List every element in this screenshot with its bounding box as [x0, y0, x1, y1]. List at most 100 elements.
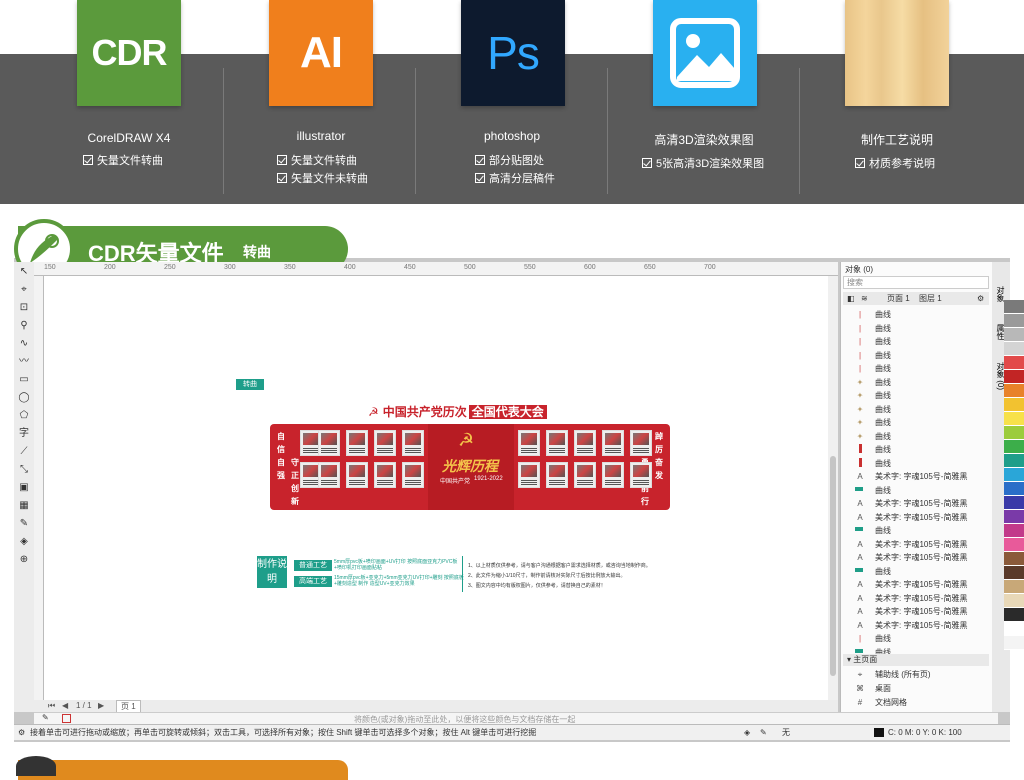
swatch[interactable]: [1004, 468, 1024, 482]
no-color-swatch[interactable]: [62, 714, 71, 723]
object-row[interactable]: ✦ 曲线: [855, 376, 891, 389]
object-row[interactable]: | 曲线: [855, 349, 891, 362]
page-nav-prev-icon[interactable]: ◀: [62, 701, 68, 710]
glyph-curve-icon: ✦: [856, 418, 864, 427]
swatch[interactable]: [1004, 552, 1024, 566]
object-row[interactable]: 曲线: [855, 457, 891, 470]
artistic-text-icon: A: [857, 580, 863, 589]
vertical-ruler[interactable]: [34, 276, 44, 700]
master-page-section[interactable]: ▾ 主页面: [843, 654, 989, 666]
pick-tool-icon[interactable]: ↖: [17, 266, 31, 278]
crop-tool-icon[interactable]: ⊡: [17, 302, 31, 314]
master-row-desktop[interactable]: ⌘ 桌面: [855, 682, 891, 695]
horizontal-ruler[interactable]: 150 200 250 300 350 400 450 500 550 600 …: [34, 262, 838, 276]
artistic-media-icon[interactable]: 〰: [17, 356, 31, 368]
object-row[interactable]: A 美术字: 字魂105号-简雅黑: [855, 592, 967, 605]
eyedropper-icon[interactable]: ✎: [42, 713, 49, 722]
object-row[interactable]: A 美术字: 字魂105号-简雅黑: [855, 470, 967, 483]
swatch[interactable]: [1004, 566, 1024, 580]
shape-tool-icon[interactable]: ⌖: [17, 284, 31, 296]
layer-stack-icon[interactable]: ≋: [861, 292, 868, 305]
color-palette[interactable]: [1004, 300, 1024, 710]
object-search-input[interactable]: 搜索: [843, 276, 989, 289]
curve-icon: |: [858, 350, 862, 360]
document-palette[interactable]: ✎ 将颜色(或对象)拖动至此处，以便将这些颜色与文档存储在一起: [34, 712, 998, 724]
swatch[interactable]: [1004, 300, 1024, 314]
gear-icon[interactable]: ⚙: [977, 292, 984, 305]
object-row[interactable]: A 美术字: 字魂105号-简雅黑: [855, 551, 967, 564]
swatch[interactable]: [1004, 524, 1024, 538]
eyedropper-tool-icon[interactable]: ✎: [17, 518, 31, 530]
settings-icon[interactable]: ⚙: [18, 725, 25, 740]
interactive-fill-icon[interactable]: ◈: [17, 536, 31, 548]
object-row[interactable]: 曲线: [855, 565, 891, 578]
rectangle-tool-icon[interactable]: ▭: [17, 374, 31, 386]
vertical-scrollbar[interactable]: [828, 276, 838, 700]
center-subtitle: 中国共产党: [440, 479, 471, 485]
object-row[interactable]: 曲线: [855, 524, 891, 537]
swatch[interactable]: [1004, 314, 1024, 328]
object-row[interactable]: A 美术字: 字魂105号-简雅黑: [855, 511, 967, 524]
guides-icon: ⌖: [857, 670, 863, 679]
next-section-strip: [0, 752, 1024, 780]
zoom-tool-icon[interactable]: ⚲: [17, 320, 31, 332]
object-row[interactable]: A 美术字: 字魂105号-简雅黑: [855, 605, 967, 618]
object-label: 美术字: 字魂105号-简雅黑: [875, 593, 968, 603]
object-row[interactable]: A 美术字: 字魂105号-简雅黑: [855, 538, 967, 551]
scrollbar-thumb[interactable]: [830, 456, 836, 676]
swatch[interactable]: [1004, 636, 1024, 650]
smart-fill-icon[interactable]: ⊕: [17, 554, 31, 566]
object-row[interactable]: | 曲线: [855, 362, 891, 375]
swatch[interactable]: [1004, 608, 1024, 622]
object-label: 曲线: [875, 458, 891, 468]
swatch[interactable]: [1004, 440, 1024, 454]
swatch[interactable]: [1004, 412, 1024, 426]
swatch[interactable]: [1004, 454, 1024, 468]
page-layer-header[interactable]: ◧ ≋ 页面 1 图层 1 ⚙: [843, 292, 989, 305]
swatch[interactable]: [1004, 370, 1024, 384]
swatch[interactable]: [1004, 538, 1024, 552]
object-row[interactable]: | 曲线: [855, 335, 891, 348]
text-tool-icon[interactable]: 字: [17, 428, 31, 440]
object-row[interactable]: | 曲线: [855, 308, 891, 321]
shadow-tool-icon[interactable]: ▣: [17, 482, 31, 494]
history-photo-thumbnail: [402, 430, 424, 456]
object-row[interactable]: A 美术字: 字魂105号-简雅黑: [855, 578, 967, 591]
swatch[interactable]: [1004, 496, 1024, 510]
layers-icon[interactable]: ◧: [847, 292, 855, 305]
ellipse-tool-icon[interactable]: ◯: [17, 392, 31, 404]
object-row[interactable]: A 美术字: 字魂105号-简雅黑: [855, 619, 967, 632]
swatch[interactable]: [1004, 510, 1024, 524]
glyph-curve-icon: ✦: [856, 404, 864, 414]
toolbox: ↖ ⌖ ⊡ ⚲ ∿ 〰 ▭ ◯ ⬠ 字 ⟋ ⤡ ▣ ▦ ✎ ◈ ⊕: [14, 262, 34, 712]
object-row[interactable]: | 曲线: [855, 632, 891, 645]
master-row-grid[interactable]: # 文档网格: [855, 696, 907, 709]
connector-tool-icon[interactable]: ⤡: [17, 464, 31, 476]
swatch[interactable]: [1004, 356, 1024, 370]
master-row-guides[interactable]: ⌖ 辅助线 (所有页): [855, 668, 931, 681]
swatch[interactable]: [1004, 594, 1024, 608]
object-row[interactable]: 曲线: [855, 484, 891, 497]
swatch[interactable]: [1004, 482, 1024, 496]
object-row[interactable]: ✦ 曲线: [855, 416, 891, 429]
object-row[interactable]: ✦ 曲线: [855, 389, 891, 402]
swatch[interactable]: [1004, 328, 1024, 342]
object-row[interactable]: | 曲线: [855, 322, 891, 335]
page-nav-first-icon[interactable]: ⏮: [48, 701, 55, 711]
swatch[interactable]: [1004, 384, 1024, 398]
parallel-dimension-icon[interactable]: ⟋: [17, 446, 31, 458]
swatch[interactable]: [1004, 426, 1024, 440]
swatch[interactable]: [1004, 580, 1024, 594]
object-row[interactable]: 曲线: [855, 443, 891, 456]
object-row[interactable]: ✦ 曲线: [855, 430, 891, 443]
freehand-tool-icon[interactable]: ∿: [17, 338, 31, 350]
transparency-tool-icon[interactable]: ▦: [17, 500, 31, 512]
swatch[interactable]: [1004, 622, 1024, 636]
page-nav-next-icon[interactable]: ▶: [98, 701, 104, 710]
object-row[interactable]: ✦ 曲线: [855, 403, 891, 416]
history-photo-thumbnail: [602, 430, 624, 456]
object-row[interactable]: A 美术字: 字魂105号-简雅黑: [855, 497, 967, 510]
swatch[interactable]: [1004, 342, 1024, 356]
swatch[interactable]: [1004, 398, 1024, 412]
polygon-tool-icon[interactable]: ⬠: [17, 410, 31, 422]
